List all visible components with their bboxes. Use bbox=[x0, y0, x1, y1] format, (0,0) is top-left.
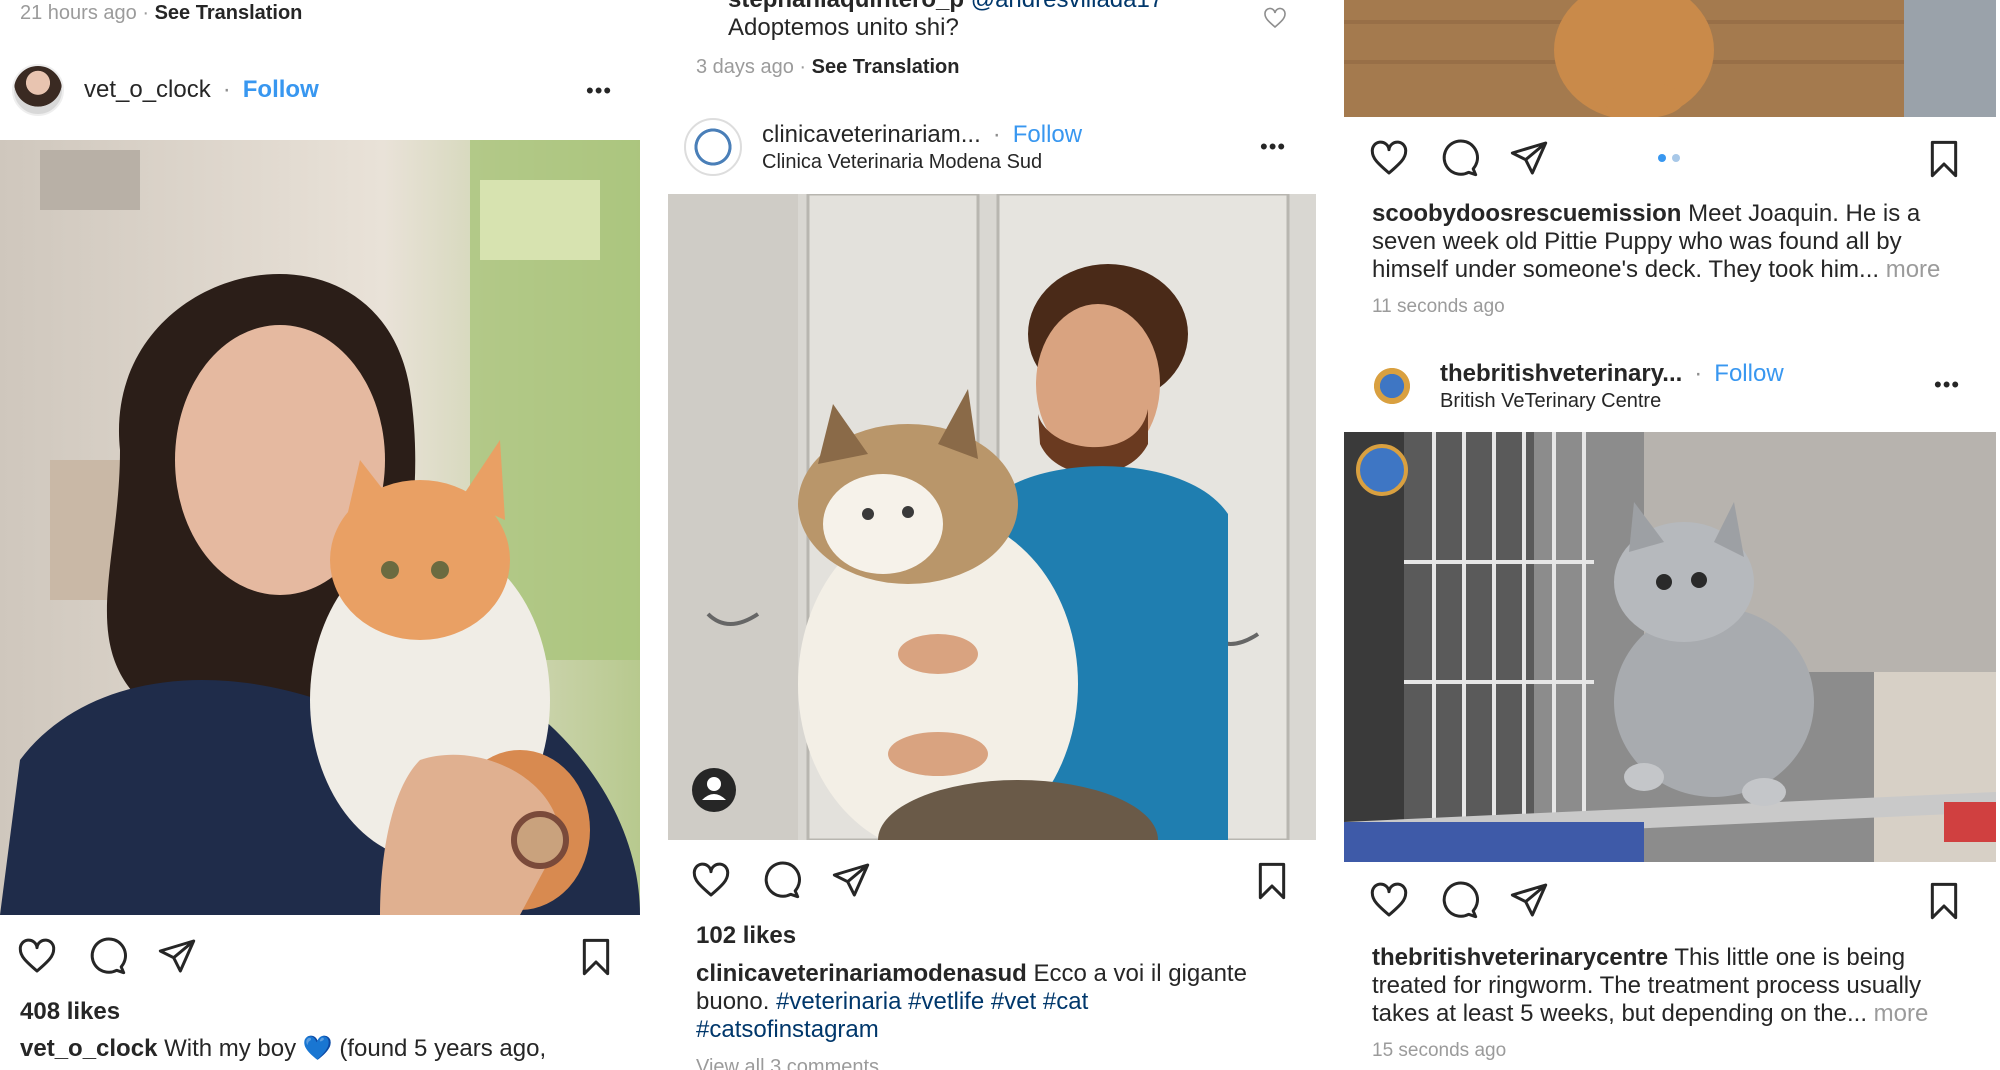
see-translation-link[interactable]: See Translation bbox=[812, 56, 960, 78]
bookmark-icon[interactable] bbox=[1924, 880, 1964, 922]
hashtag-links[interactable]: #veterinaria #vetlife #vet #cat bbox=[776, 988, 1088, 1015]
bookmark-icon[interactable] bbox=[1924, 138, 1964, 180]
caption-username[interactable]: thebritishveterinarycentre bbox=[1372, 944, 1668, 971]
caption-username[interactable]: vet_o_clock bbox=[20, 1035, 157, 1062]
separator: · bbox=[799, 56, 807, 78]
follow-button[interactable]: Follow bbox=[243, 76, 319, 104]
share-icon[interactable] bbox=[1508, 880, 1550, 920]
post-photo[interactable] bbox=[668, 194, 1316, 840]
caption-text: This little one is being bbox=[1674, 944, 1906, 971]
caption-text-2: treated for ringworm. The treatment proc… bbox=[1372, 972, 1922, 999]
location-link[interactable]: British VeTerinary Centre bbox=[1440, 390, 1784, 413]
caption-text: Ecco a voi il gigante bbox=[1033, 960, 1247, 987]
comment-text: Adoptemos unito shi? bbox=[728, 14, 959, 41]
photo-grey-kitten bbox=[1344, 432, 1996, 862]
caption-text-2: buono. bbox=[696, 988, 770, 1015]
avatar[interactable] bbox=[684, 118, 742, 176]
post-caption: vet_o_clock With my boy 💙 (found 5 years… bbox=[20, 1035, 630, 1063]
likes-count[interactable]: 408 likes bbox=[20, 998, 120, 1026]
caption-text: Meet Joaquin. He is a bbox=[1688, 200, 1921, 227]
carousel-dot-active bbox=[1658, 154, 1666, 162]
carousel-dot bbox=[1672, 154, 1680, 162]
comment-heart-icon[interactable] bbox=[1262, 6, 1288, 30]
user-tag-icon[interactable] bbox=[692, 768, 736, 812]
separator: · bbox=[992, 120, 1001, 148]
feed-column-3: scoobydoosrescuemission Meet Joaquin. He… bbox=[1344, 0, 1996, 1070]
photo-puppy bbox=[1344, 0, 1996, 117]
caption-text-3: himself under someone's deck. They took … bbox=[1372, 256, 1880, 283]
hashtag-link[interactable]: #catsofinstagram bbox=[696, 1016, 1306, 1044]
comment-icon[interactable] bbox=[1438, 880, 1480, 920]
comment-icon[interactable] bbox=[86, 936, 128, 976]
heart-icon[interactable] bbox=[1368, 138, 1410, 178]
avatar[interactable] bbox=[12, 64, 64, 116]
post-photo[interactable] bbox=[0, 140, 640, 915]
post-actions bbox=[1368, 880, 1578, 920]
bookmark-icon[interactable] bbox=[1252, 860, 1292, 902]
heart-icon[interactable] bbox=[16, 936, 58, 976]
post-actions bbox=[690, 860, 900, 900]
avatar[interactable] bbox=[1364, 358, 1420, 414]
share-icon[interactable] bbox=[1508, 138, 1550, 178]
bookmark-icon[interactable] bbox=[576, 936, 616, 978]
carousel-indicator bbox=[1658, 154, 1680, 162]
post-photo[interactable] bbox=[1344, 0, 1996, 117]
top-meta: 21 hours ago · See Translation bbox=[20, 2, 302, 25]
likes-count[interactable]: 102 likes bbox=[696, 922, 796, 950]
username[interactable]: vet_o_clock bbox=[84, 76, 211, 104]
comment-username[interactable]: stephaniaquintero_p bbox=[728, 0, 964, 13]
separator: · bbox=[142, 2, 149, 24]
follow-button[interactable]: Follow bbox=[1714, 360, 1783, 388]
photo-vet-with-fluffy-cat bbox=[668, 194, 1316, 840]
username[interactable]: thebritishveterinary... bbox=[1440, 360, 1682, 388]
view-all-comments-link[interactable]: View all 3 comments bbox=[696, 1056, 879, 1070]
feed-column-2: stephaniaquintero_p @andresvillada17 Ado… bbox=[668, 0, 1316, 1070]
more-link[interactable]: more bbox=[1874, 1000, 1929, 1027]
caption-text: With my boy 💙 (found 5 years ago, bbox=[164, 1035, 547, 1062]
more-icon[interactable]: ••• bbox=[1260, 136, 1286, 158]
username[interactable]: clinicaveterinariam... bbox=[762, 121, 981, 149]
post-actions bbox=[16, 936, 226, 976]
caption-text-2: seven week old Pittie Puppy who was foun… bbox=[1372, 228, 1902, 255]
post-caption: scoobydoosrescuemission Meet Joaquin. He… bbox=[1372, 200, 1982, 284]
post-caption: thebritishveterinarycentre This little o… bbox=[1372, 944, 1982, 1028]
caption-username[interactable]: clinicaveterinariamodenasud bbox=[696, 960, 1027, 987]
photo-vet-with-cat bbox=[0, 140, 640, 915]
caption-text-3: takes at least 5 weeks, but depending on… bbox=[1372, 1000, 1867, 1027]
see-translation-link[interactable]: See Translation bbox=[155, 2, 303, 24]
share-icon[interactable] bbox=[830, 860, 872, 900]
more-link[interactable]: more bbox=[1886, 256, 1941, 283]
timestamp: 21 hours ago bbox=[20, 2, 137, 24]
mention-link[interactable]: @andresvillada17 bbox=[971, 0, 1163, 13]
comment-row: stephaniaquintero_p @andresvillada17 Ado… bbox=[728, 0, 1163, 42]
post-photo[interactable] bbox=[1344, 432, 1996, 862]
heart-icon[interactable] bbox=[1368, 880, 1410, 920]
heart-icon[interactable] bbox=[690, 860, 732, 900]
comment-icon[interactable] bbox=[760, 860, 802, 900]
post-header: thebritishveterinary... · Follow British… bbox=[1364, 358, 1784, 414]
more-icon[interactable]: ••• bbox=[1934, 374, 1960, 396]
separator: · bbox=[1694, 359, 1703, 387]
timestamp: 15 seconds ago bbox=[1372, 1040, 1507, 1061]
caption-username[interactable]: scoobydoosrescuemission bbox=[1372, 200, 1681, 227]
comment-meta: 3 days ago · See Translation bbox=[696, 56, 960, 79]
post-caption: clinicaveterinariamodenasud Ecco a voi i… bbox=[696, 960, 1306, 1044]
post-actions bbox=[1368, 138, 1578, 178]
share-icon[interactable] bbox=[156, 936, 198, 976]
comment-icon[interactable] bbox=[1438, 138, 1480, 178]
post-header: vet_o_clock · Follow bbox=[12, 64, 319, 116]
follow-button[interactable]: Follow bbox=[1013, 121, 1082, 149]
timestamp: 11 seconds ago bbox=[1372, 296, 1505, 317]
separator: · bbox=[222, 76, 231, 103]
timestamp: 3 days ago bbox=[696, 56, 794, 78]
more-icon[interactable]: ••• bbox=[586, 80, 612, 102]
feed-column-1: 21 hours ago · See Translation vet_o_clo… bbox=[0, 0, 640, 1070]
location-link[interactable]: Clinica Veterinaria Modena Sud bbox=[762, 151, 1082, 174]
post-header: clinicaveterinariam... · Follow Clinica … bbox=[684, 118, 1082, 176]
